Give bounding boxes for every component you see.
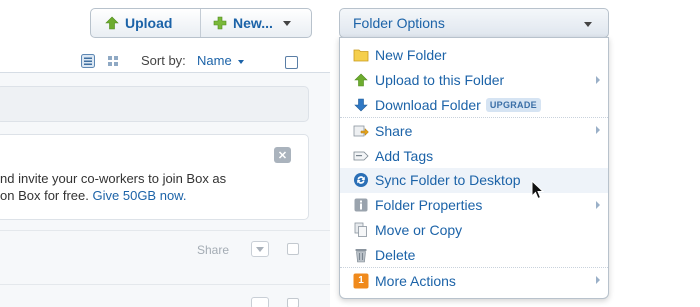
row-checkbox[interactable]	[287, 298, 299, 307]
menu-item-move-or-copy[interactable]: Move or Copy	[340, 218, 608, 243]
menu-item-label: Share	[375, 122, 413, 139]
menu-item-label: New Folder	[375, 47, 447, 64]
trash-icon	[352, 246, 370, 264]
menu-item-sync-folder[interactable]: Sync Folder to Desktop	[340, 167, 608, 193]
sync-icon	[352, 171, 370, 189]
list-view-icon[interactable]	[81, 54, 95, 68]
menu-item-label: Upload to this Folder	[375, 72, 505, 89]
menu-item-share[interactable]: Share	[340, 118, 608, 143]
menu-item-label: Delete	[375, 246, 416, 263]
grid-view-icon[interactable]	[108, 56, 118, 66]
plus-icon	[213, 16, 227, 30]
row-checkbox[interactable]	[287, 243, 299, 255]
invite-message: nd invite your co-workers to join Box as…	[0, 170, 300, 204]
upload-button[interactable]: Upload	[91, 9, 201, 37]
menu-item-upload-to-folder[interactable]: Upload to this Folder	[340, 68, 608, 93]
submenu-arrow-icon	[596, 126, 600, 135]
tag-icon	[352, 147, 370, 165]
folder-options-menu: New Folder Upload to this Folder Downloa…	[339, 37, 609, 299]
copy-icon	[352, 221, 370, 239]
new-button[interactable]: New...	[201, 9, 311, 37]
upload-label: Upload	[125, 15, 173, 31]
upload-arrow-icon	[105, 16, 119, 30]
row-share-dropdown[interactable]	[251, 297, 269, 307]
chevron-down-icon	[584, 22, 592, 27]
menu-item-label: Sync Folder to Desktop	[375, 172, 521, 189]
chevron-down-icon	[282, 20, 291, 26]
give-50gb-link[interactable]: Give 50GB now.	[93, 188, 187, 203]
menu-item-label: Add Tags	[375, 147, 434, 164]
menu-item-label: Download Folder	[375, 96, 481, 113]
folder-icon	[352, 46, 370, 64]
action-button-group: Upload New...	[90, 8, 312, 38]
more-actions-icon: 1	[352, 272, 370, 290]
sort-by-dropdown[interactable]: Name	[197, 53, 232, 68]
folder-options-label: Folder Options	[353, 15, 445, 31]
select-all-checkbox[interactable]	[285, 56, 298, 69]
menu-item-label: Folder Properties	[375, 197, 483, 214]
submenu-arrow-icon	[596, 75, 600, 84]
row-share-dropdown[interactable]	[251, 241, 269, 257]
menu-item-more-actions[interactable]: 1 More Actions	[340, 268, 608, 293]
breadcrumb-panel	[0, 86, 309, 122]
close-icon[interactable]: ✕	[274, 147, 291, 163]
submenu-arrow-icon	[596, 276, 600, 285]
menu-item-download-folder[interactable]: Download Folder UPGRADE	[340, 93, 608, 118]
sort-by-label: Sort by:	[141, 53, 186, 68]
download-arrow-icon	[352, 96, 370, 114]
menu-item-add-tags[interactable]: Add Tags	[340, 143, 608, 168]
row-divider	[0, 284, 330, 285]
row-share-link[interactable]: Share	[197, 243, 229, 257]
info-icon	[352, 196, 370, 214]
menu-item-label: More Actions	[375, 272, 456, 289]
upload-arrow-icon	[352, 71, 370, 89]
menu-item-folder-properties[interactable]: Folder Properties	[340, 193, 608, 218]
invite-line-1: nd invite your co-workers to join Box as	[0, 171, 227, 186]
folder-options-button[interactable]: Folder Options	[339, 8, 609, 38]
upgrade-badge[interactable]: UPGRADE	[485, 97, 541, 112]
new-label: New...	[233, 15, 273, 31]
row-divider	[0, 230, 330, 231]
menu-item-new-folder[interactable]: New Folder	[340, 43, 608, 68]
menu-item-label: Move or Copy	[375, 221, 463, 238]
submenu-arrow-icon	[596, 200, 600, 209]
invite-line-2: on Box for free.	[0, 188, 89, 203]
chevron-down-icon	[238, 60, 244, 64]
share-icon	[352, 122, 370, 140]
mouse-cursor-icon	[531, 180, 545, 200]
more-actions-count: 1	[358, 275, 364, 287]
menu-item-delete[interactable]: Delete	[340, 242, 608, 267]
